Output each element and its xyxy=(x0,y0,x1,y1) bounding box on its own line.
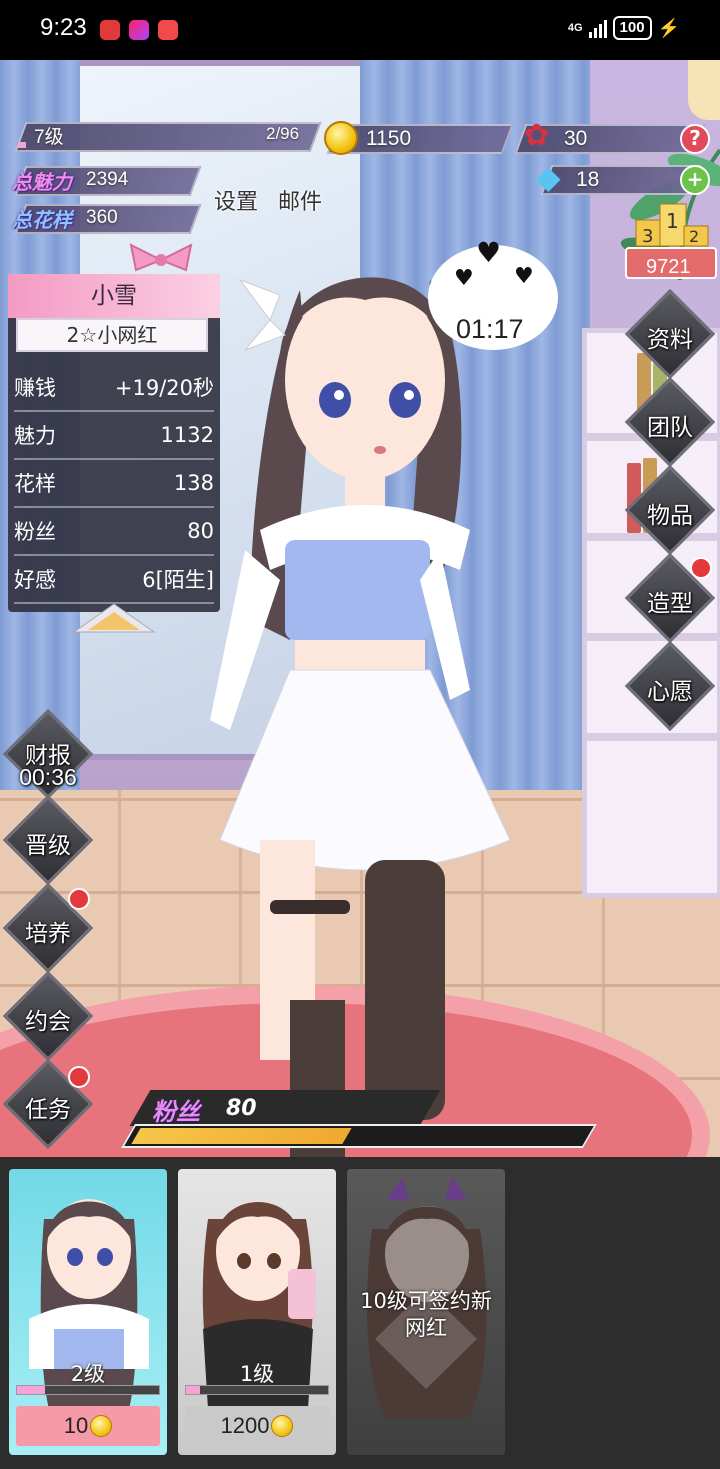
svg-text:2: 2 xyxy=(689,227,699,246)
stat-value: 1132 xyxy=(160,423,214,447)
date-label: 约会 xyxy=(25,1009,71,1035)
lamp xyxy=(688,60,720,120)
stat-value: 6[陌生] xyxy=(142,568,214,592)
character-name: 小雪 xyxy=(8,274,220,318)
stat-label: 赚钱 xyxy=(14,376,56,400)
profile-info-label: 资料 xyxy=(647,327,693,353)
team-label: 团队 xyxy=(647,415,693,441)
card-2-upgrade-button[interactable]: 1200 xyxy=(185,1406,329,1446)
level-label: 7级 xyxy=(34,127,64,148)
level-progress-fill xyxy=(18,142,26,148)
card-2-level: 1级 xyxy=(239,1362,275,1386)
card-1-level: 2级 xyxy=(70,1362,106,1386)
card-2-price: 1200 xyxy=(220,1413,270,1438)
task-new-dot xyxy=(68,1066,90,1088)
help-button[interactable]: ? xyxy=(680,124,710,154)
coin-icon xyxy=(271,1415,294,1437)
stat-row: 花样 138 xyxy=(14,460,214,508)
bubble-timer: 01:17 xyxy=(456,314,524,344)
bow-icon xyxy=(129,243,193,272)
charging-icon: ⚡ xyxy=(657,17,680,38)
heart-icon-left: ♥ xyxy=(454,266,474,291)
svg-text:1: 1 xyxy=(666,209,679,233)
diamond-icon: ◆ xyxy=(536,158,561,196)
status-time: 9:23 xyxy=(40,14,87,41)
settings-button[interactable]: 设置 xyxy=(214,184,258,216)
stat-label: 花样 xyxy=(14,472,56,496)
total-charm-value: 2394 xyxy=(86,169,129,190)
coin-icon xyxy=(324,121,358,155)
stat-label: 魅力 xyxy=(14,424,56,448)
stat-row: 赚钱 +19/20秒 xyxy=(14,364,214,412)
collapse-panel-handle[interactable] xyxy=(64,600,164,636)
fans-value: 80 xyxy=(226,1096,257,1121)
battery-level: 100 xyxy=(612,16,652,40)
task-label: 任务 xyxy=(25,1097,71,1123)
fans-progress-fill xyxy=(131,1128,352,1144)
diamond-count: 18 xyxy=(576,168,600,191)
huawei-app-icon xyxy=(100,20,120,40)
card-1-progress xyxy=(16,1385,160,1395)
train-label: 培养 xyxy=(25,921,71,947)
items-label: 物品 xyxy=(647,503,693,529)
coin-count: 1150 xyxy=(366,127,412,150)
stat-row: 魅力 1132 xyxy=(14,412,214,460)
new-style-dot xyxy=(690,557,712,579)
heart-icon-small: ♥ xyxy=(514,264,534,289)
stat-value: 80 xyxy=(187,519,214,543)
locked-card-text: 10级可签约新网红 xyxy=(360,1289,492,1340)
message-app-icon xyxy=(158,20,178,40)
stat-value: +19/20秒 xyxy=(114,376,214,400)
finance-report-timer: 00:36 xyxy=(19,764,77,790)
level-progress: 2/96 xyxy=(266,124,300,143)
total-style-label: 总花样 xyxy=(12,208,72,232)
rose-count: 30 xyxy=(564,127,588,150)
status-bar: 9:23 4G 100 ⚡ xyxy=(0,0,720,60)
card-2-progress xyxy=(185,1385,329,1395)
rose-icon: ✿ xyxy=(524,118,550,153)
network-type: 4G xyxy=(567,21,583,34)
promote-label: 晋级 xyxy=(25,833,71,859)
stat-label: 好感 xyxy=(14,568,56,592)
character-rank: 2☆小网红 xyxy=(16,318,208,352)
stat-value: 138 xyxy=(173,471,214,495)
wish-label: 心愿 xyxy=(647,679,693,705)
card-1-price: 10 xyxy=(63,1413,89,1438)
coin-icon xyxy=(90,1415,113,1437)
total-charm-label: 总魅力 xyxy=(12,170,72,194)
stat-row: 好感 6[陌生] xyxy=(14,556,214,604)
total-style-value: 360 xyxy=(86,207,118,228)
svg-text:3: 3 xyxy=(642,226,653,247)
card-1-upgrade-button[interactable]: 10 xyxy=(16,1406,160,1446)
style-label: 造型 xyxy=(647,591,693,617)
stat-label: 粉丝 xyxy=(14,520,56,544)
signal-icon xyxy=(588,18,607,38)
train-new-dot xyxy=(68,888,90,910)
fans-label: 粉丝 xyxy=(152,1098,200,1126)
ranking-value: 9721 xyxy=(646,256,691,278)
stat-row: 粉丝 80 xyxy=(14,508,214,556)
mail-button[interactable]: 邮件 xyxy=(278,184,322,216)
heart-icon: ♥ xyxy=(476,236,502,269)
app-icon xyxy=(129,20,149,40)
